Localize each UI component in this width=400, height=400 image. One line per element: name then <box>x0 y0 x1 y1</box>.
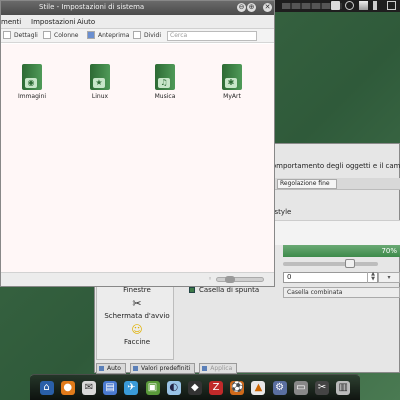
preview-label: Anteprima <box>98 31 130 39</box>
split-icon <box>133 31 141 39</box>
dock: ⌂ ● ✉ ▤ ✈ ▣ ◐ ◆ Z ⚽ ▲ ⚙ ▭ ✂ ▥ <box>30 374 360 400</box>
folder-icon: ♫ <box>155 64 175 90</box>
folder-label: Immagini <box>17 93 47 100</box>
menu-item-tools[interactable]: menti <box>1 18 21 26</box>
search-input[interactable]: Cerca <box>167 31 257 41</box>
title-bar[interactable]: Stile - Impostazioni di sistema ⊖ ⊕ ✕ <box>1 1 274 15</box>
file-browser-window: Stile - Impostazioni di sistema ⊖ ⊕ ✕ me… <box>0 0 275 287</box>
split-button[interactable]: Dividi <box>133 31 161 39</box>
category-windows[interactable]: Finestre <box>97 286 177 294</box>
checkbox[interactable] <box>189 287 195 293</box>
firefox-icon[interactable]: ● <box>60 380 75 395</box>
star-icon: ★ <box>93 78 105 88</box>
folder-myart[interactable]: ✱ MyArt <box>207 64 257 100</box>
folder-icon: ◉ <box>22 64 42 90</box>
checkbox-label: Casella di spunta <box>199 286 260 294</box>
image-icon[interactable]: ▣ <box>145 380 160 395</box>
folder-label: Linux <box>91 93 109 100</box>
progress-bar: 70% <box>283 245 400 257</box>
zoom-out-icon[interactable]: ◦ <box>208 275 212 283</box>
folder-linux[interactable]: ★ Linux <box>75 64 125 100</box>
details-label: Dettagli <box>14 31 38 39</box>
split-label: Dividi <box>144 31 161 39</box>
combo-box[interactable]: Casella combinata <box>283 287 400 298</box>
columns-icon <box>43 31 51 39</box>
bird-icon[interactable]: ✈ <box>124 380 139 395</box>
headphones-icon: ♫ <box>158 78 170 88</box>
details-icon <box>3 31 11 39</box>
menu-item-help[interactable]: Aiuto <box>77 18 95 26</box>
columns-button[interactable]: Colonne <box>43 31 79 39</box>
category-emoticons[interactable]: ☺ Faccine <box>97 323 177 346</box>
minimize-icon[interactable]: ⊖ <box>237 3 246 12</box>
close-icon[interactable]: ✕ <box>263 3 272 12</box>
panel-icon[interactable] <box>331 1 340 10</box>
menu-item-settings[interactable]: Impostazioni <box>31 18 76 26</box>
toolbar: Dettagli Colonne Anteprima Dividi Cerca <box>1 29 274 43</box>
diamond-icon[interactable]: ◆ <box>187 380 202 395</box>
category-label: Schermata d'avvio <box>104 312 170 320</box>
preview-area <box>275 220 400 245</box>
tools-icon[interactable]: ✂ <box>315 380 330 395</box>
chart-icon[interactable]: ▤ <box>103 380 118 395</box>
auto-button[interactable]: Auto <box>96 363 126 374</box>
smiley-icon: ☺ <box>131 323 143 336</box>
gear-icon: ✱ <box>225 78 237 88</box>
zoom-knob[interactable] <box>225 276 235 283</box>
zoom-slider[interactable] <box>216 276 264 283</box>
mail-icon[interactable]: ✉ <box>81 380 96 395</box>
clock-icon[interactable] <box>387 1 396 10</box>
file-view: ◉ Immagini ★ Linux ♫ Musica ✱ MyArt <box>1 44 274 272</box>
spin-arrows-icon[interactable]: ▲ ▼ <box>367 272 378 283</box>
folder-label: Musica <box>154 93 176 100</box>
settings-buttons: Auto Valori predefiniti Applica <box>96 363 238 374</box>
window-title: Stile - Impostazioni di sistema <box>39 3 145 11</box>
dropdown-button[interactable]: ▾ <box>378 272 400 283</box>
folder-immagini[interactable]: ◉ Immagini <box>7 64 57 100</box>
mirror-icon[interactable]: ◐ <box>166 380 181 395</box>
horizontal-slider[interactable] <box>283 259 378 268</box>
maximize-icon[interactable]: ⊕ <box>247 3 256 12</box>
volume-icon[interactable] <box>359 1 368 10</box>
camera-icon: ◉ <box>25 78 37 88</box>
preview-icon <box>87 31 95 39</box>
battery-icon[interactable] <box>373 1 382 10</box>
checkbox-row[interactable]: Casella di spunta <box>189 286 259 294</box>
tab-fine-tuning[interactable]: Regolazione fine <box>277 179 337 189</box>
columns-label: Colonne <box>54 31 79 39</box>
category-label: Faccine <box>123 338 151 346</box>
preview-button[interactable]: Anteprima <box>87 31 129 39</box>
category-list: Finestre ✂ Schermata d'avvio ☺ Faccine <box>96 285 174 360</box>
network-icon[interactable] <box>345 1 354 10</box>
details-button[interactable]: Dettagli <box>3 31 38 39</box>
folder-label: MyArt <box>223 93 241 100</box>
progress-text: 70% <box>381 247 397 255</box>
category-splash[interactable]: ✂ Schermata d'avvio <box>97 297 177 320</box>
network-icon[interactable]: ⚙ <box>272 380 287 395</box>
filezilla-icon[interactable]: Z <box>209 380 224 395</box>
spin-box[interactable]: 0 <box>283 272 378 283</box>
category-label: Finestre <box>123 286 151 294</box>
trash-icon[interactable]: ▥ <box>336 380 351 395</box>
defaults-button[interactable]: Valori predefiniti <box>129 363 196 374</box>
settings-description: comportamento degli oggetti e il cambio <box>268 162 400 170</box>
tools-icon: ✂ <box>132 297 142 310</box>
status-bar: ◦ <box>1 272 274 286</box>
folder-musica[interactable]: ♫ Musica <box>140 64 190 100</box>
folder-icon: ✱ <box>222 64 242 90</box>
folder-icon: ★ <box>90 64 110 90</box>
ball-icon[interactable]: ⚽ <box>230 380 245 395</box>
menu-bar: menti Impostazioni Aiuto <box>1 15 274 29</box>
home-icon[interactable]: ⌂ <box>39 380 54 395</box>
system-tray <box>331 1 396 10</box>
slider-knob[interactable] <box>345 259 355 268</box>
screen-icon[interactable]: ▭ <box>293 380 308 395</box>
apply-button[interactable]: Applica <box>199 363 238 374</box>
vlc-icon[interactable]: ▲ <box>251 380 266 395</box>
